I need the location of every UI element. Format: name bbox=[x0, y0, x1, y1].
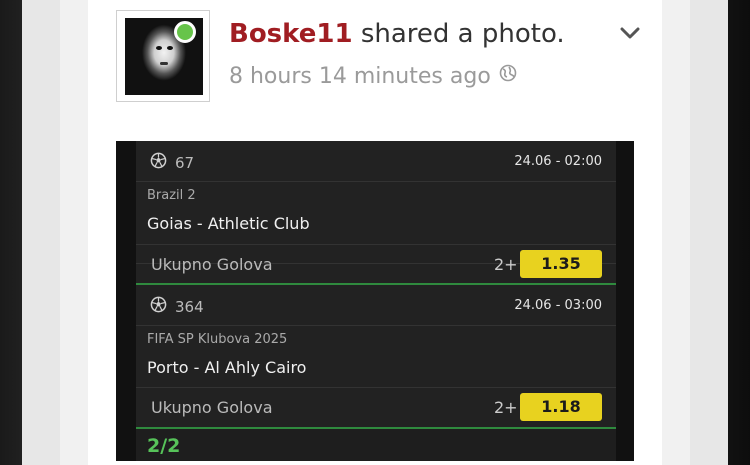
bet-number: 364 bbox=[175, 297, 204, 316]
post-options-chevron-icon[interactable] bbox=[619, 24, 641, 42]
post-action-text: shared a photo. bbox=[360, 19, 565, 49]
bet-market: Ukupno Golova bbox=[151, 398, 273, 417]
bet-selection: 2+ bbox=[494, 255, 518, 274]
online-status-indicator bbox=[174, 21, 196, 43]
bet-league: FIFA SP Klubova 2025 bbox=[147, 332, 288, 347]
post-headline: Boske11 shared a photo. bbox=[229, 19, 565, 49]
bet-datetime: 24.06 - 03:00 bbox=[514, 298, 602, 313]
bet-match: Goias - Athletic Club bbox=[147, 214, 310, 233]
post-timestamp[interactable]: 8 hours 14 minutes ago bbox=[229, 64, 491, 89]
bet-divider bbox=[136, 427, 616, 429]
bet-odds[interactable]: 1.35 bbox=[520, 250, 602, 278]
soccer-ball-icon bbox=[150, 296, 167, 317]
bet-market: Ukupno Golova bbox=[151, 255, 273, 274]
ticket-count: 2/2 bbox=[147, 435, 181, 457]
bet-number: 67 bbox=[175, 153, 195, 172]
post-timestamp-row: 8 hours 14 minutes ago bbox=[229, 64, 517, 89]
username-link[interactable]: Boske11 bbox=[229, 19, 353, 49]
bet-item: 67 24.06 - 02:00 Brazil 2 Goias - Athlet… bbox=[136, 141, 616, 284]
soccer-ball-icon bbox=[150, 152, 167, 173]
avatar[interactable] bbox=[116, 10, 210, 102]
bet-selection: 2+ bbox=[494, 398, 518, 417]
bet-league: Brazil 2 bbox=[147, 188, 196, 203]
globe-icon bbox=[499, 63, 517, 88]
bet-datetime: 24.06 - 02:00 bbox=[514, 154, 602, 169]
bet-match: Porto - Al Ahly Cairo bbox=[147, 358, 307, 377]
bet-odds[interactable]: 1.18 bbox=[520, 393, 602, 421]
post-photo[interactable]: 67 24.06 - 02:00 Brazil 2 Goias - Athlet… bbox=[116, 141, 634, 461]
bet-item: 364 24.06 - 03:00 FIFA SP Klubova 2025 P… bbox=[136, 285, 616, 428]
